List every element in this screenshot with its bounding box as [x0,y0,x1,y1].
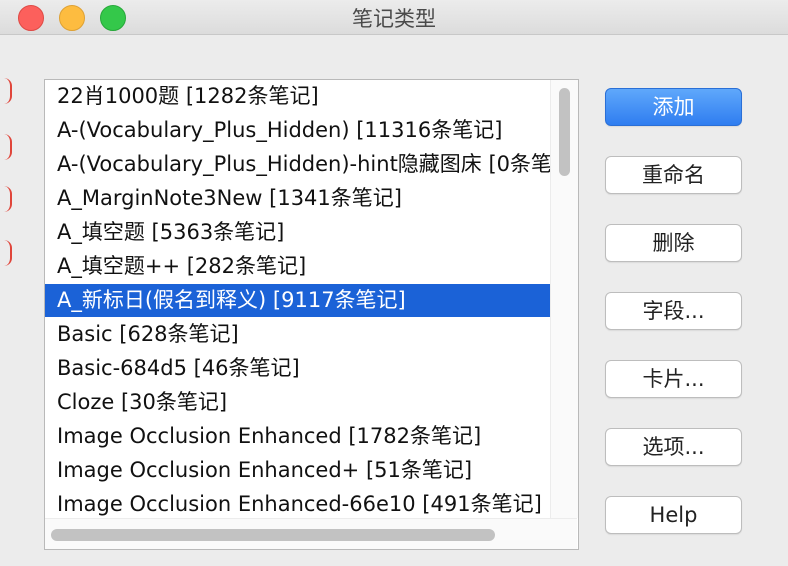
list-item[interactable]: Basic [628条笔记] [45,318,550,351]
list-item[interactable]: A_填空题++ [282条笔记] [45,250,550,283]
window-title: 笔记类型 [352,7,436,31]
horizontal-scrollbar[interactable] [45,518,577,549]
options-button[interactable]: 选项... [605,428,742,466]
list-item[interactable]: A_填空题 [5363条笔记] [45,216,550,249]
title-bar: 笔记类型 [0,0,788,35]
fields-button[interactable]: 字段... [605,292,742,330]
rename-button[interactable]: 重命名 [605,156,742,194]
list-item-selected[interactable]: A_新标日(假名到释义) [9117条笔记] [45,284,550,317]
list-item[interactable]: A_MarginNote3New [1341条笔记] [45,182,550,215]
list-item[interactable]: A-(Vocabulary_Plus_Hidden) [11316条笔记] [45,114,550,147]
vertical-scrollbar[interactable] [550,80,578,518]
list-item[interactable]: 22肖1000题 [1282条笔记] [45,80,550,113]
list-item[interactable]: Cloze [30条笔记] [45,386,550,419]
list-item[interactable]: Image Occlusion Enhanced+ [51条笔记] [45,454,550,487]
list-item[interactable]: Image Occlusion Enhanced-66e10 [491条笔记] [45,488,550,521]
note-type-list[interactable]: 22肖1000题 [1282条笔记] A-(Vocabulary_Plus_Hi… [44,79,579,550]
delete-button[interactable]: 删除 [605,224,742,262]
background-window-edge [0,70,14,300]
list-item[interactable]: Basic-684d5 [46条笔记] [45,352,550,385]
horizontal-scroll-thumb[interactable] [51,529,495,541]
list-item[interactable]: Image Occlusion Enhanced [1782条笔记] [45,420,550,453]
vertical-scroll-thumb[interactable] [559,88,570,176]
help-button[interactable]: Help [605,496,742,534]
list-item[interactable]: A-(Vocabulary_Plus_Hidden)-hint隐藏图床 [0条笔… [45,148,550,181]
cards-button[interactable]: 卡片... [605,360,742,398]
add-button[interactable]: 添加 [605,88,742,126]
